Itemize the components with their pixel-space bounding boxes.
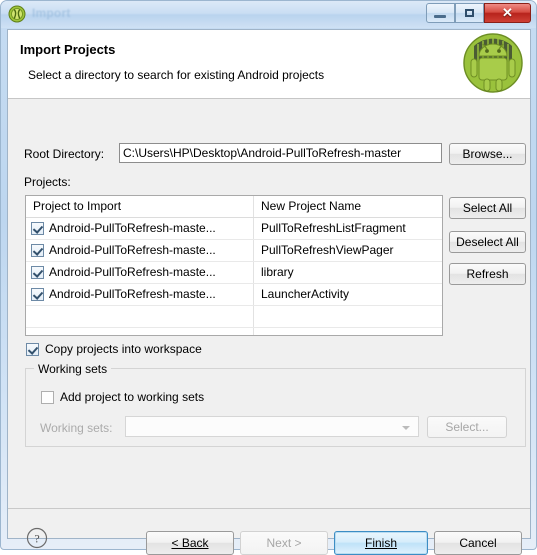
table-cell-empty [26, 328, 254, 335]
row-checkbox[interactable] [31, 222, 44, 235]
window-title: Import [32, 6, 71, 20]
root-directory-input[interactable] [119, 143, 442, 163]
table-cell-empty [254, 328, 442, 335]
row-checkbox[interactable] [31, 288, 44, 301]
table-cell-new-name[interactable]: PullToRefreshListFragment [254, 218, 442, 239]
projects-label: Projects: [24, 175, 71, 189]
finish-button-label: Finish [364, 536, 397, 550]
dialog-header: Import Projects Select a directory to se… [8, 30, 530, 99]
footer-divider [8, 508, 530, 509]
row-checkbox[interactable] [31, 244, 44, 257]
svg-text:?: ? [34, 532, 39, 546]
project-path-text: Android-PullToRefresh-maste... [49, 221, 216, 235]
table-cell-project[interactable]: Android-PullToRefresh-maste... [26, 262, 254, 283]
table-cell-new-name[interactable]: PullToRefreshViewPager [254, 240, 442, 261]
import-projects-dialog: Import ✕ Import Projects Select a direct… [0, 0, 537, 555]
table-cell-project[interactable]: Android-PullToRefresh-maste... [26, 218, 254, 239]
table-row[interactable]: Android-PullToRefresh-maste... PullToRef… [26, 218, 442, 240]
add-project-checkbox[interactable] [41, 390, 54, 404]
next-button: Next > [240, 531, 328, 555]
add-project-checkbox-row[interactable]: Add project to working sets [41, 390, 204, 404]
project-path-text: Android-PullToRefresh-maste... [49, 265, 216, 279]
cancel-button[interactable]: Cancel [434, 531, 522, 555]
working-sets-group-title: Working sets [34, 362, 112, 376]
finish-button[interactable]: Finish [334, 531, 428, 555]
page-subtitle: Select a directory to search for existin… [28, 68, 325, 82]
table-row-empty [26, 306, 442, 328]
projects-table[interactable]: Project to Import New Project Name Andro… [25, 195, 443, 336]
working-sets-label: Working sets: [40, 421, 113, 435]
table-row[interactable]: Android-PullToRefresh-maste... PullToRef… [26, 240, 442, 262]
table-cell-empty [254, 306, 442, 327]
select-all-button[interactable]: Select All [449, 197, 526, 219]
working-sets-select-button: Select... [427, 416, 507, 438]
copy-projects-checkbox[interactable] [26, 342, 39, 356]
table-cell-new-name[interactable]: LauncherActivity [254, 284, 442, 305]
close-button[interactable]: ✕ [484, 3, 531, 23]
column-header-project-to-import[interactable]: Project to Import [26, 196, 254, 217]
back-button-label: < Back [171, 536, 209, 550]
working-sets-combobox [125, 416, 419, 437]
table-row[interactable]: Android-PullToRefresh-maste... library [26, 262, 442, 284]
table-row-empty [26, 328, 442, 335]
help-icon[interactable]: ? [26, 527, 48, 549]
minimize-button[interactable] [426, 3, 455, 23]
row-checkbox[interactable] [31, 266, 44, 279]
project-path-text: Android-PullToRefresh-maste... [49, 287, 216, 301]
chevron-down-icon [402, 426, 410, 430]
copy-projects-checkbox-row[interactable]: Copy projects into workspace [26, 342, 202, 356]
title-bar[interactable]: Import ✕ [1, 1, 536, 28]
table-row[interactable]: Android-PullToRefresh-maste... LauncherA… [26, 284, 442, 306]
project-path-text: Android-PullToRefresh-maste... [49, 243, 216, 257]
deselect-all-button[interactable]: Deselect All [449, 231, 526, 253]
table-cell-project[interactable]: Android-PullToRefresh-maste... [26, 240, 254, 261]
maximize-restore-button[interactable] [455, 3, 484, 23]
page-title: Import Projects [20, 42, 116, 57]
column-header-new-project-name[interactable]: New Project Name [254, 196, 442, 217]
table-cell-project[interactable]: Android-PullToRefresh-maste... [26, 284, 254, 305]
browse-button[interactable]: Browse... [449, 143, 526, 165]
root-directory-label: Root Directory: [24, 147, 105, 161]
table-header-row: Project to Import New Project Name [26, 196, 442, 218]
table-cell-empty [26, 306, 254, 327]
table-cell-new-name[interactable]: library [254, 262, 442, 283]
copy-projects-label: Copy projects into workspace [45, 342, 202, 356]
refresh-button[interactable]: Refresh [449, 263, 526, 285]
dialog-content: Import Projects Select a directory to se… [7, 29, 531, 555]
eclipse-icon [8, 5, 26, 23]
back-button[interactable]: < Back [146, 531, 234, 555]
add-project-label: Add project to working sets [60, 390, 205, 404]
android-robot-icon [462, 32, 524, 94]
